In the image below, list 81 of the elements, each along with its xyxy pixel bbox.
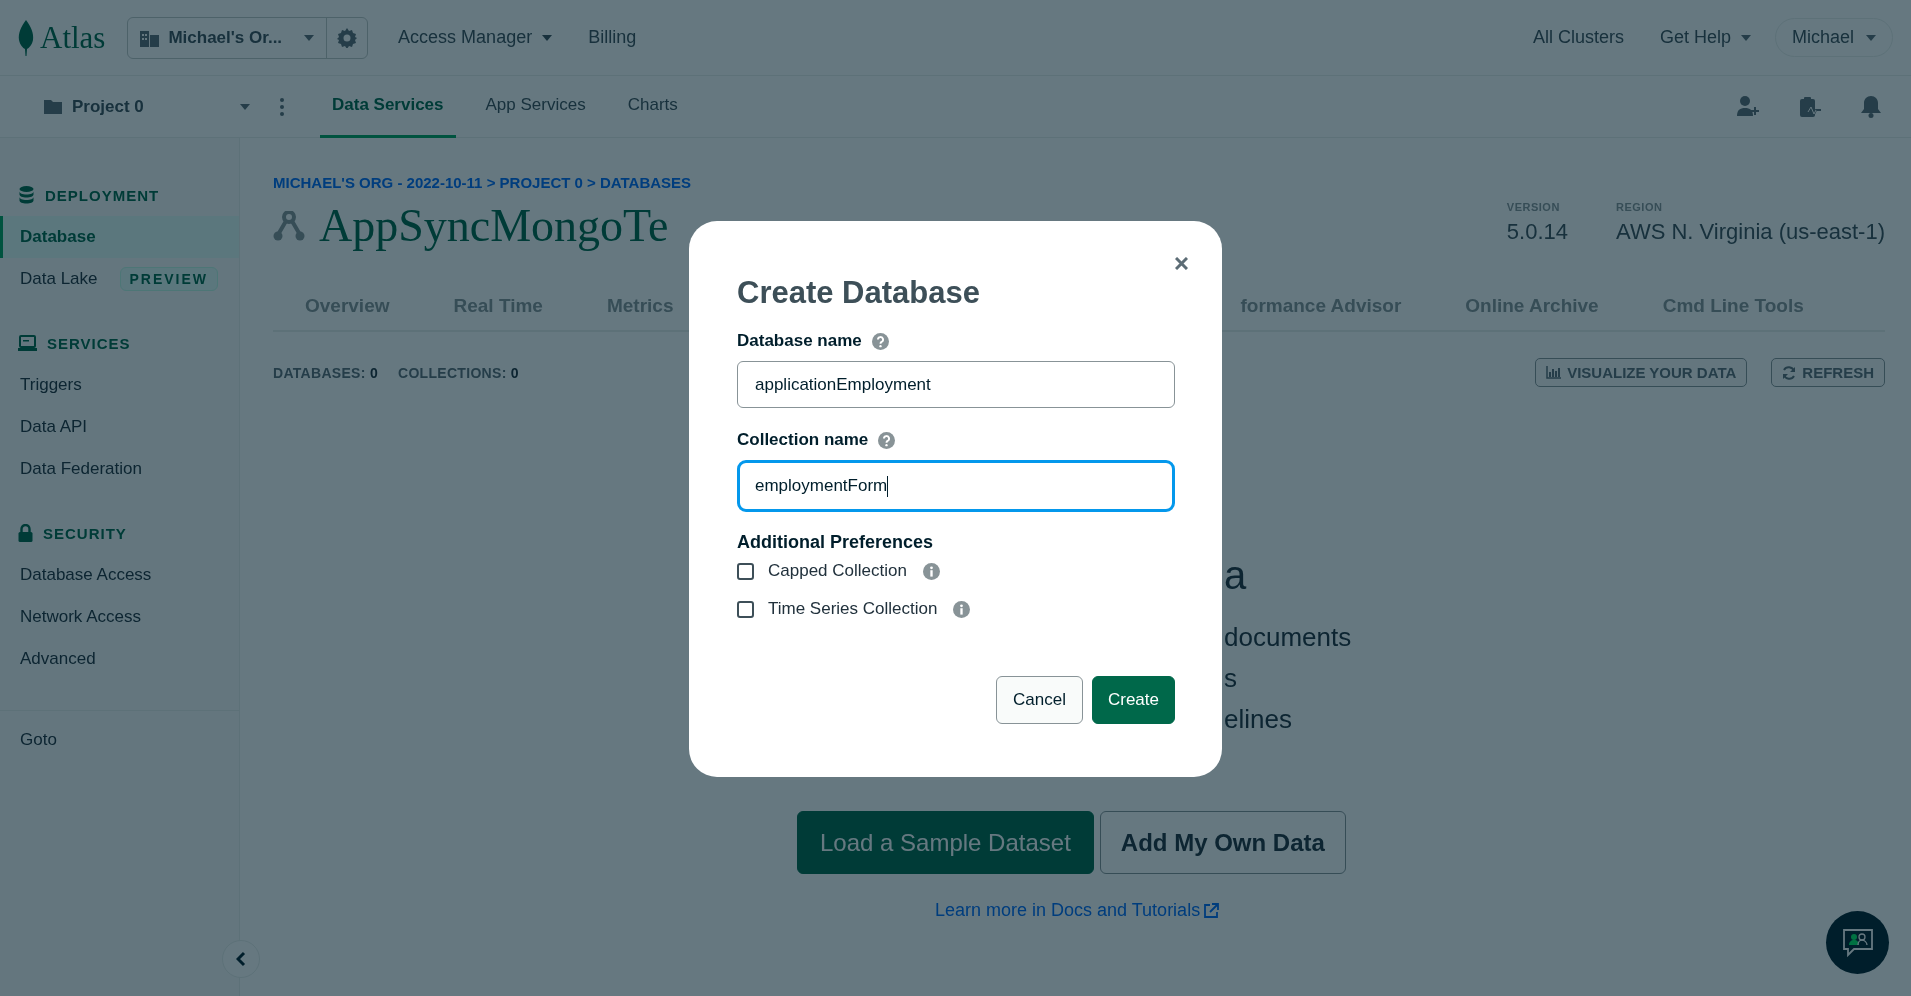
notifications-button[interactable] [1861, 95, 1881, 118]
caret-icon [542, 34, 553, 41]
count-label: COLLECTIONS: 0 [398, 364, 519, 381]
nav-menu[interactable]: Billing [576, 27, 649, 48]
sidebar-item[interactable]: Data Lake PREVIEW [0, 258, 239, 300]
text-input-field[interactable]: employmentForm [737, 460, 1175, 512]
caret-icon [1866, 34, 1876, 41]
clipboard-pulse-icon [1799, 95, 1821, 118]
refresh-button[interactable]: REFRESH [1771, 358, 1885, 387]
service-tab[interactable]: Charts [615, 75, 690, 138]
project-selector[interactable]: Project 0 [44, 96, 250, 117]
activity-button[interactable] [1799, 95, 1821, 118]
checkbox-label[interactable]: Capped Collection [768, 561, 907, 581]
org-dropdown[interactable]: Michael's Or... [128, 17, 328, 58]
field-label: Collection name [737, 430, 869, 450]
user-menu[interactable]: Michael [1774, 18, 1893, 57]
meta-value: 5.0.14 [1506, 219, 1569, 245]
nav-menu[interactable]: Access Manager [386, 27, 565, 48]
external-link-icon [1204, 903, 1220, 918]
section-heading: DEPLOYMENT [45, 186, 160, 204]
meta-value: AWS N. Virginia (us-east-1) [1616, 219, 1885, 245]
nav-menu[interactable]: All Clusters [1520, 27, 1636, 48]
visualize-button[interactable]: VISUALIZE YOUR DATA [1535, 358, 1748, 387]
preferences-heading: Additional Preferences [737, 532, 935, 553]
laptop-icon [18, 335, 37, 351]
sidebar-item[interactable]: Network Access [0, 596, 239, 638]
info-icon[interactable] [953, 600, 971, 618]
sidebar-item[interactable]: Data Federation [0, 448, 239, 490]
feature-text: elines [1224, 704, 1293, 736]
help-icon[interactable] [878, 431, 896, 449]
empty-state-heading: a [1224, 553, 1248, 598]
folder-icon [44, 99, 62, 114]
checkbox-label[interactable]: Time Series Collection [768, 599, 938, 619]
caret-icon [304, 34, 315, 41]
add-data-button[interactable]: Add My Own Data [1099, 811, 1346, 874]
cancel-button[interactable]: Cancel [996, 676, 1083, 724]
caret-icon [240, 103, 250, 110]
close-icon [1175, 257, 1188, 270]
feature-text: documents [1224, 622, 1353, 654]
logo-text: Atlas [40, 19, 106, 56]
bell-icon [1861, 95, 1881, 118]
preview-badge: PREVIEW [119, 267, 219, 291]
section-heading: SERVICES [47, 334, 131, 352]
bar-chart-icon [1546, 366, 1562, 379]
sidebar-item[interactable]: Database Access [0, 554, 239, 596]
database-icon [18, 186, 35, 204]
more-icon [280, 97, 284, 116]
cluster-title: AppSyncMongoTe [319, 199, 669, 252]
lock-icon [18, 524, 33, 542]
help-icon[interactable] [871, 332, 889, 350]
checkbox[interactable] [737, 600, 754, 618]
close-button[interactable] [1175, 257, 1188, 270]
service-tab[interactable]: App Services [473, 75, 598, 138]
text-input-field[interactable]: applicationEmployment [737, 361, 1175, 408]
load-sample-button[interactable]: Load a Sample Dataset [797, 811, 1094, 874]
nav-menu[interactable]: Get Help [1647, 27, 1763, 48]
leaf-logo-icon [18, 19, 34, 56]
invite-user-button[interactable] [1737, 95, 1759, 118]
sidebar-item[interactable]: Advanced [0, 638, 239, 680]
checkbox[interactable] [737, 562, 754, 580]
sidebar-item[interactable]: Goto [0, 719, 239, 761]
chat-bubble-icon [1841, 927, 1874, 958]
sidebar-item[interactable]: Database [0, 216, 239, 258]
feature-text: s [1224, 663, 1238, 695]
building-icon [140, 28, 161, 47]
info-icon[interactable] [922, 562, 940, 580]
section-heading: SECURITY [43, 524, 127, 542]
sidebar-item[interactable]: Data API [0, 406, 239, 448]
refresh-icon [1782, 365, 1797, 380]
caret-icon [1740, 34, 1751, 41]
settings-icon [337, 27, 358, 48]
breadcrumb[interactable]: MICHAEL'S ORG - 2022-10-11 > PROJECT 0 > DATABASES [273, 174, 1885, 191]
create-button[interactable]: Create [1091, 676, 1175, 724]
add-user-icon [1737, 95, 1759, 116]
count-label: DATABASES: 0 [273, 364, 378, 381]
field-label: Database name [737, 331, 862, 351]
sidebar-item[interactable]: Triggers [0, 364, 239, 406]
chevron-left-icon [236, 951, 246, 967]
cluster-icon [273, 210, 305, 241]
dialog-title: Create Database [737, 275, 981, 311]
service-tab[interactable]: Data Services [320, 75, 456, 138]
